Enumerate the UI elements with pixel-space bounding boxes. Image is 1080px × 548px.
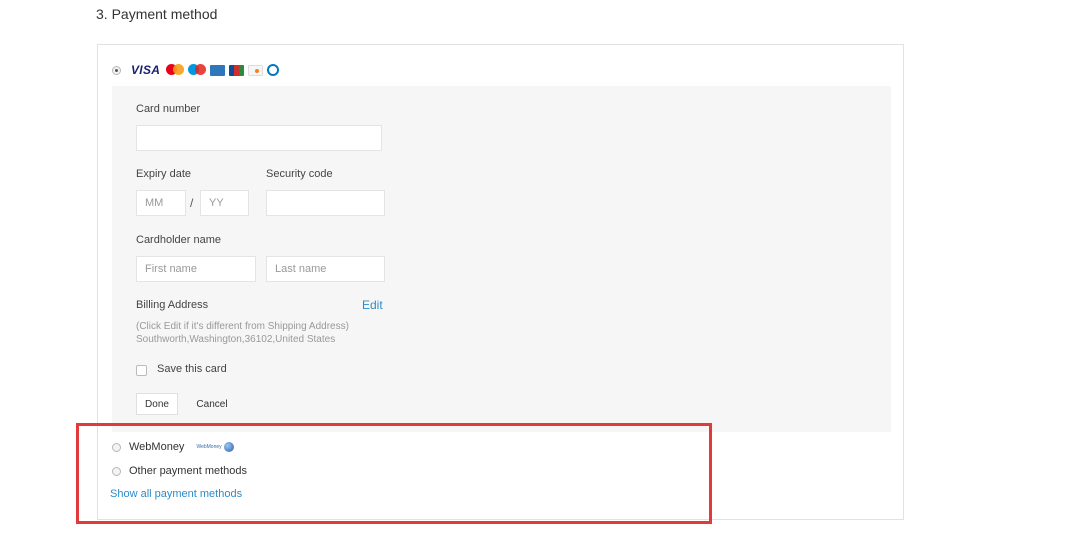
card-number-input[interactable] — [136, 125, 382, 151]
mastercard-icon — [166, 64, 185, 76]
first-name-input[interactable] — [136, 256, 256, 282]
webmoney-logo-icon: WebMoney — [196, 442, 234, 452]
show-all-payment-methods-link[interactable]: Show all payment methods — [110, 488, 242, 500]
save-card-label: Save this card — [157, 363, 227, 375]
done-button[interactable]: Done — [136, 393, 178, 415]
card-number-label: Card number — [136, 103, 201, 115]
diners-icon — [267, 64, 280, 76]
webmoney-label: WebMoney — [129, 441, 185, 453]
expiry-month-input[interactable] — [136, 190, 186, 216]
edit-billing-link[interactable]: Edit — [362, 298, 383, 312]
webmoney-radio[interactable] — [112, 442, 121, 452]
save-card-checkbox[interactable] — [136, 365, 147, 376]
security-code-input[interactable] — [266, 190, 385, 216]
billing-address-value: Southworth,Washington,36102,United State… — [136, 334, 336, 345]
other-payment-radio[interactable] — [112, 466, 121, 476]
webmoney-logo-text: WebMoney — [196, 444, 222, 450]
card-radio[interactable] — [112, 65, 121, 75]
jcb-icon — [229, 64, 245, 76]
other-payment-option[interactable]: Other payment methods — [112, 464, 247, 478]
visa-icon: VISA — [131, 63, 161, 77]
cardholder-name-label: Cardholder name — [136, 234, 221, 246]
expiry-separator: / — [190, 196, 194, 210]
last-name-input[interactable] — [266, 256, 385, 282]
globe-icon — [223, 442, 234, 452]
expiry-year-input[interactable] — [200, 190, 249, 216]
security-code-label: Security code — [266, 168, 333, 180]
webmoney-option[interactable]: WebMoney WebMoney — [112, 440, 234, 454]
card-logos: VISA — [131, 63, 280, 77]
maestro-icon — [188, 64, 207, 76]
billing-hint: (Click Edit if it's different from Shipp… — [136, 321, 349, 332]
discover-icon — [248, 64, 264, 76]
card-payment-option[interactable]: VISA — [112, 62, 280, 78]
expiry-date-label: Expiry date — [136, 168, 192, 180]
other-payment-label: Other payment methods — [129, 465, 248, 477]
billing-address-label: Billing Address — [136, 299, 209, 311]
cancel-button[interactable]: Cancel — [190, 393, 234, 415]
section-title: 3. Payment method — [96, 6, 218, 22]
amex-icon — [210, 64, 226, 76]
